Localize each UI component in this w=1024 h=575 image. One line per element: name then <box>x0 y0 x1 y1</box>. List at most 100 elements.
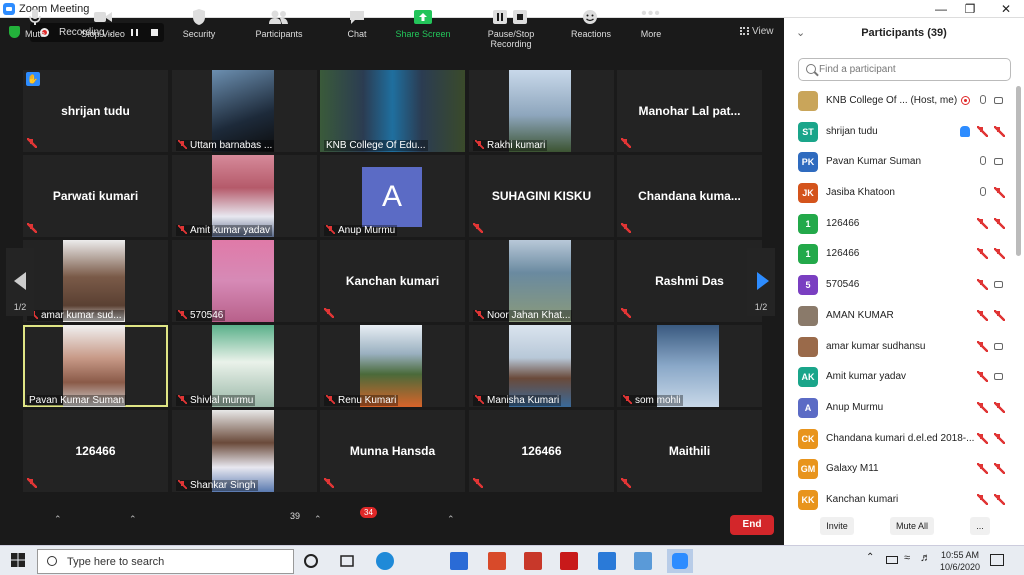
view-button[interactable]: View <box>740 26 774 37</box>
video-camera-icon[interactable] <box>994 342 1003 350</box>
cortana-icon[interactable] <box>304 554 318 568</box>
scrollbar[interactable] <box>1016 86 1021 256</box>
participant-row[interactable]: AMAN KUMAR <box>784 301 1014 332</box>
pause-stop-recording-button[interactable]: Pause/Stop Recording <box>466 8 556 49</box>
video-tile[interactable]: SUHAGINI KISKU <box>469 155 614 237</box>
mail-icon[interactable] <box>598 552 616 570</box>
video-tile[interactable]: Noor Jahan Khat... <box>469 240 614 322</box>
video-tile[interactable]: A Anup Murmu <box>320 155 465 237</box>
video-off-icon[interactable] <box>994 125 1005 137</box>
stop-video-button[interactable]: Stop Video <box>78 8 128 39</box>
more-options-button[interactable]: ... <box>970 517 990 535</box>
close-button[interactable]: ✕ <box>996 1 1016 17</box>
previous-page-button[interactable]: 1/2 <box>6 248 34 316</box>
participant-row[interactable]: A Anup Murmu <box>784 393 1014 424</box>
video-tile[interactable]: 126466 <box>469 410 614 492</box>
security-shield-icon[interactable] <box>9 26 20 38</box>
participant-row[interactable]: KNB College Of ... (Host, me) <box>784 86 1014 117</box>
app-icon[interactable] <box>488 552 506 570</box>
microphone-icon[interactable] <box>980 156 986 166</box>
video-tile[interactable]: Shivlal murmu <box>172 325 317 407</box>
muted-mic-icon[interactable] <box>977 371 988 383</box>
video-off-icon[interactable] <box>994 248 1005 260</box>
muted-mic-icon[interactable] <box>977 279 988 291</box>
explorer-icon[interactable] <box>634 552 652 570</box>
chevron-up-icon[interactable]: ⌃ <box>447 514 455 525</box>
security-button[interactable]: Security <box>180 8 218 39</box>
participant-row[interactable]: AK Amit kumar yadav <box>784 362 1014 393</box>
participant-row[interactable]: CK Chandana kumari d.el.ed 2018-... <box>784 424 1014 455</box>
muted-mic-icon[interactable] <box>977 463 988 475</box>
share-screen-button[interactable]: Share Screen <box>395 8 451 39</box>
task-view-icon[interactable] <box>338 552 356 570</box>
muted-mic-icon[interactable] <box>977 309 988 321</box>
participants-button[interactable]: Participants <box>254 8 304 39</box>
zoom-taskbar-button[interactable] <box>667 549 693 573</box>
battery-icon[interactable] <box>886 556 898 564</box>
volume-icon[interactable]: ♬ <box>920 552 938 570</box>
video-off-icon[interactable] <box>994 217 1005 229</box>
video-tile[interactable]: Munna Hansda <box>320 410 465 492</box>
video-tile[interactable]: shrijan tudu <box>23 70 168 152</box>
chevron-up-icon[interactable]: ⌃ <box>314 514 322 525</box>
chevron-up-icon[interactable]: ⌃ <box>54 514 62 525</box>
participant-row[interactable]: 1 126466 <box>784 239 1014 270</box>
video-off-icon[interactable] <box>994 187 1005 199</box>
participant-row[interactable]: ST shrijan tudu <box>784 117 1014 148</box>
video-tile[interactable]: Manohar Lal pat... <box>617 70 762 152</box>
video-off-icon[interactable] <box>994 309 1005 321</box>
microphone-icon[interactable] <box>980 187 986 197</box>
video-tile[interactable]: Rakhi kumari <box>469 70 614 152</box>
chevron-up-icon[interactable]: ⌃ <box>866 552 884 570</box>
video-tile[interactable]: Rashmi Das <box>617 240 762 322</box>
next-page-button[interactable]: 1/2 <box>747 248 775 316</box>
video-tile[interactable]: Renu Kumari <box>320 325 465 407</box>
system-clock[interactable]: 10:55 AM 10/6/2020 <box>940 549 980 573</box>
muted-mic-icon[interactable] <box>977 217 988 229</box>
store-icon[interactable] <box>450 552 468 570</box>
mcafee-icon[interactable] <box>560 552 578 570</box>
video-tile[interactable]: som mohli <box>617 325 762 407</box>
maximize-button[interactable]: ❐ <box>960 1 980 17</box>
stop-recording-icon[interactable] <box>151 29 158 36</box>
video-tile[interactable]: Maithili <box>617 410 762 492</box>
video-tile[interactable]: amar kumar sud... <box>23 240 168 322</box>
video-off-icon[interactable] <box>994 432 1005 444</box>
participant-search-input[interactable]: Find a participant <box>798 58 1011 81</box>
end-meeting-button[interactable]: End <box>730 515 774 535</box>
participant-row[interactable]: GM Galaxy M11 <box>784 454 1014 485</box>
video-camera-icon[interactable] <box>994 158 1003 166</box>
edge-browser-icon[interactable] <box>376 552 394 570</box>
video-camera-icon[interactable] <box>994 281 1003 289</box>
chevron-up-icon[interactable]: ⌃ <box>129 514 137 525</box>
mute-all-button[interactable]: Mute All <box>890 517 934 535</box>
video-tile[interactable]: Chandana kuma... <box>617 155 762 237</box>
video-tile[interactable]: Kanchan kumari <box>320 240 465 322</box>
microphone-icon[interactable] <box>980 95 986 104</box>
video-tile[interactable]: Parwati kumari <box>23 155 168 237</box>
active-speaker-tile[interactable]: Pavan Kumar Suman <box>23 325 168 407</box>
video-tile[interactable]: 126466 <box>23 410 168 492</box>
pause-recording-icon[interactable] <box>131 29 138 36</box>
muted-mic-icon[interactable] <box>977 125 988 137</box>
participant-row[interactable]: KK Kanchan kumari <box>784 485 1014 516</box>
invite-button[interactable]: Invite <box>820 517 854 535</box>
video-tile[interactable]: Shankar Singh <box>172 410 317 492</box>
muted-mic-icon[interactable] <box>977 401 988 413</box>
participant-row[interactable]: PK Pavan Kumar Suman <box>784 147 1014 178</box>
mute-button[interactable]: Mute <box>22 8 48 39</box>
notifications-icon[interactable] <box>990 554 1004 566</box>
muted-mic-icon[interactable] <box>977 340 988 352</box>
video-camera-icon[interactable] <box>994 373 1003 381</box>
video-tile[interactable]: Manisha Kumari <box>469 325 614 407</box>
video-off-icon[interactable] <box>994 463 1005 475</box>
muted-mic-icon[interactable] <box>977 432 988 444</box>
participant-row[interactable]: amar kumar sudhansu <box>784 332 1014 363</box>
pdf-app-icon[interactable] <box>524 552 542 570</box>
video-tile[interactable]: KNB College Of Edu... <box>320 70 465 152</box>
video-off-icon[interactable] <box>994 401 1005 413</box>
taskbar-search-input[interactable]: Type here to search <box>37 549 294 574</box>
minimize-button[interactable]: — <box>931 1 951 17</box>
participant-row[interactable]: 5 570546 <box>784 270 1014 301</box>
reactions-button[interactable]: Reactions <box>570 8 612 39</box>
